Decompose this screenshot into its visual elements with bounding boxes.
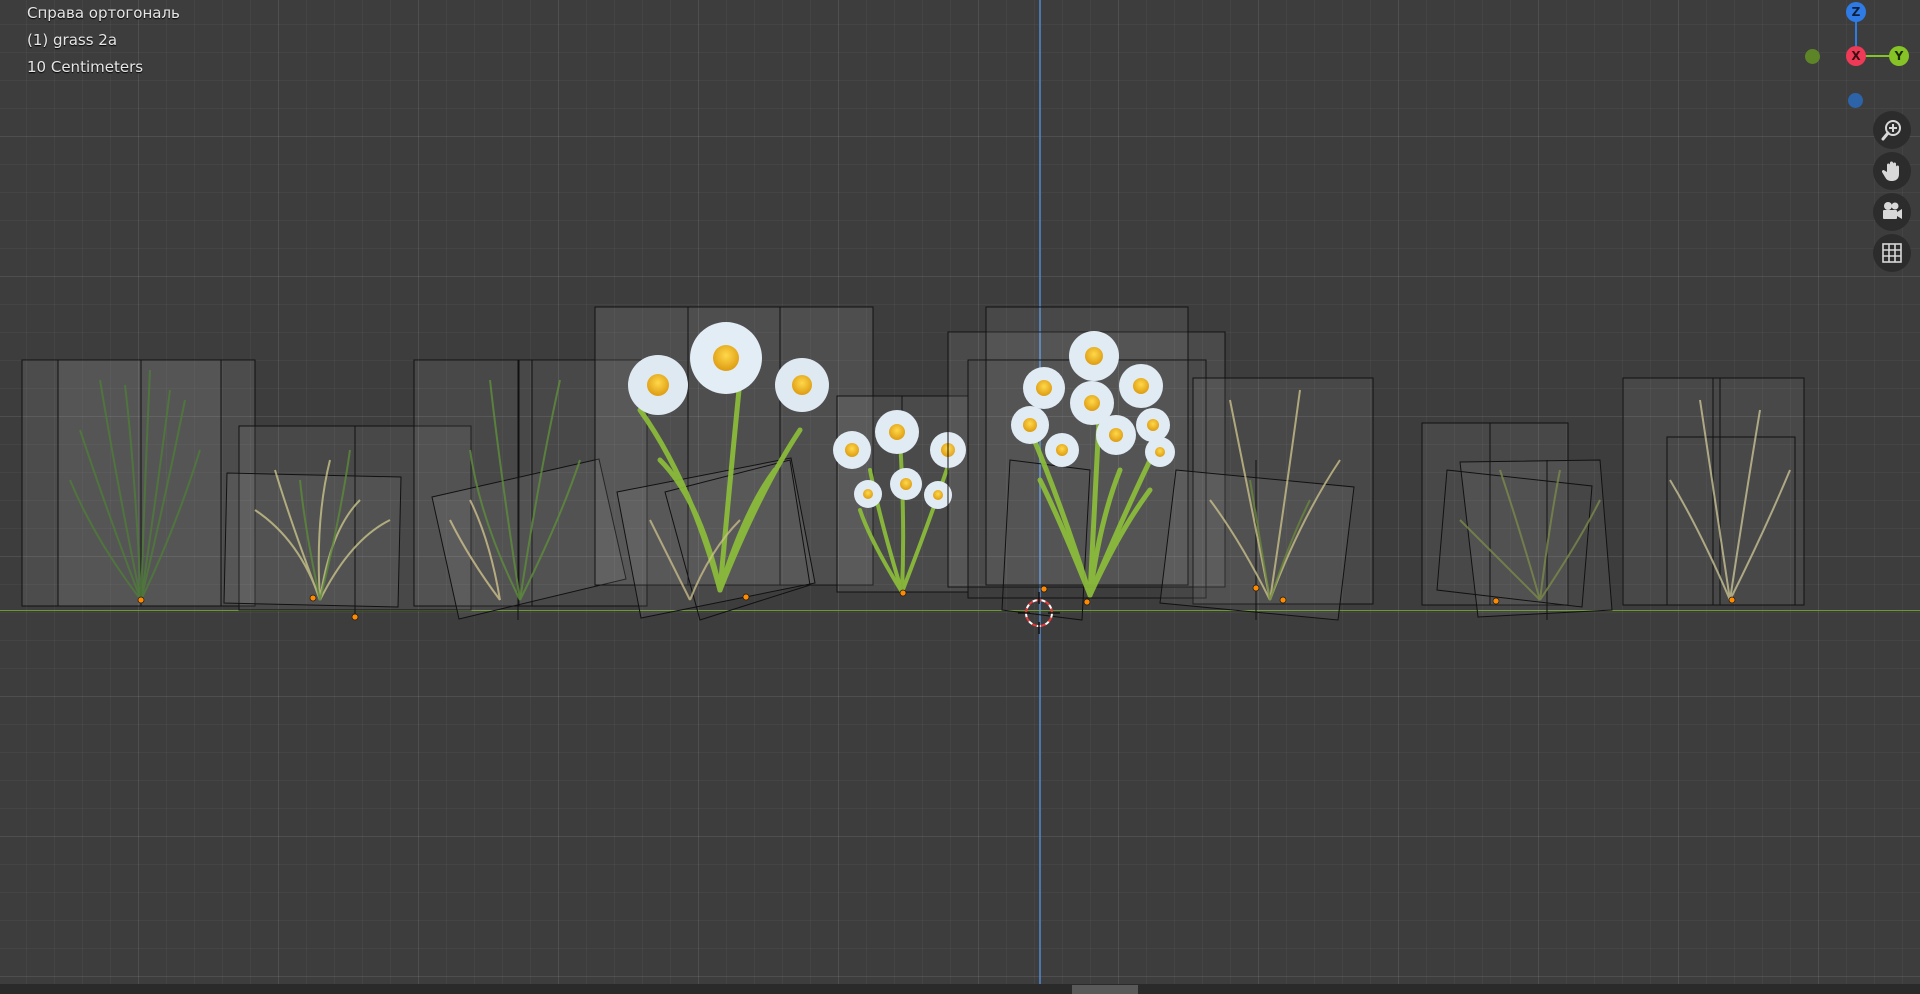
grid-scale: 10 Centimeters	[27, 58, 144, 76]
y-axis-ball[interactable]: Y	[1889, 46, 1909, 66]
active-object-name: (1) grass 2a	[27, 31, 118, 49]
view-name: Справа ортогональ	[27, 4, 180, 22]
neg-y-axis-ball[interactable]	[1805, 49, 1820, 64]
zoom-icon[interactable]	[1873, 111, 1911, 149]
z-axis-ball[interactable]: Z	[1846, 2, 1866, 22]
pan-hand-icon[interactable]	[1873, 152, 1911, 190]
neg-z-axis-ball[interactable]	[1848, 93, 1863, 108]
viewport-info-overlay: Справа ортогональ (1) grass 2a 10 Centim…	[27, 0, 180, 81]
scene-objects[interactable]	[0, 0, 1920, 994]
grass-card[interactable]	[21, 359, 256, 607]
daisy-card[interactable]	[594, 306, 874, 621]
ortho-grid-icon[interactable]	[1873, 234, 1911, 272]
grass-card[interactable]	[1622, 377, 1805, 606]
grass-card[interactable]	[1421, 422, 1613, 620]
x-axis-ball[interactable]: X	[1846, 46, 1866, 66]
camera-icon[interactable]	[1873, 193, 1911, 231]
horizontal-scrollbar[interactable]	[0, 984, 1920, 994]
scrollbar-thumb[interactable]	[1072, 985, 1138, 994]
navigation-gizmo[interactable]: Z X Y	[1800, 0, 1920, 110]
